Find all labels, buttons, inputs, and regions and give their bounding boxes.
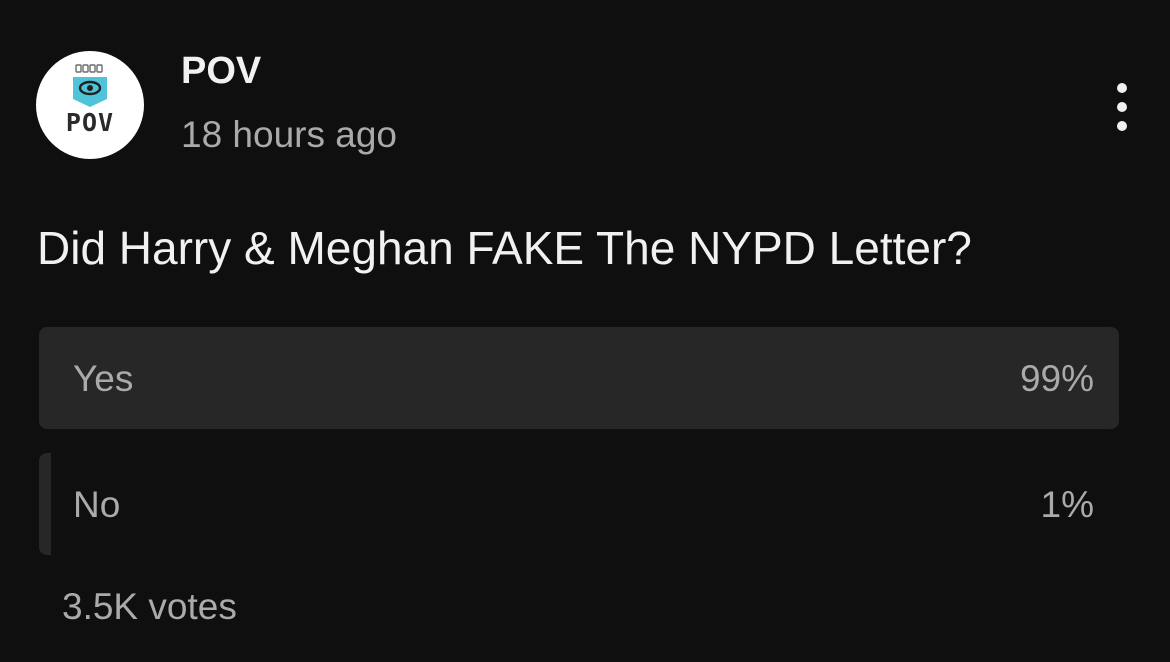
poll-result-bar: [39, 327, 1119, 429]
more-options-button[interactable]: [1098, 78, 1146, 136]
poll-question: Did Harry & Meghan FAKE The NYPD Letter?: [37, 222, 972, 274]
more-vertical-icon-dot: [1117, 102, 1127, 112]
poll-option-no[interactable]: No 1%: [39, 453, 1119, 555]
channel-avatar[interactable]: POV: [36, 51, 144, 159]
poll-option-yes[interactable]: Yes 99%: [39, 327, 1119, 429]
more-vertical-icon: [1117, 83, 1127, 93]
eye-logo-icon: [73, 64, 107, 107]
channel-logo-text: POV: [65, 108, 115, 137]
more-vertical-icon-dot: [1117, 121, 1127, 131]
channel-name[interactable]: POV: [181, 52, 261, 90]
post-timestamp: 18 hours ago: [181, 114, 398, 155]
vote-count: 3.5K votes: [62, 586, 237, 627]
poll-option-percent: 1%: [1040, 484, 1094, 525]
poll-option-label: No: [73, 484, 121, 525]
poll-result-bar: [39, 453, 51, 555]
poll-option-label: Yes: [73, 358, 134, 399]
poll-option-percent: 99%: [1019, 358, 1094, 399]
